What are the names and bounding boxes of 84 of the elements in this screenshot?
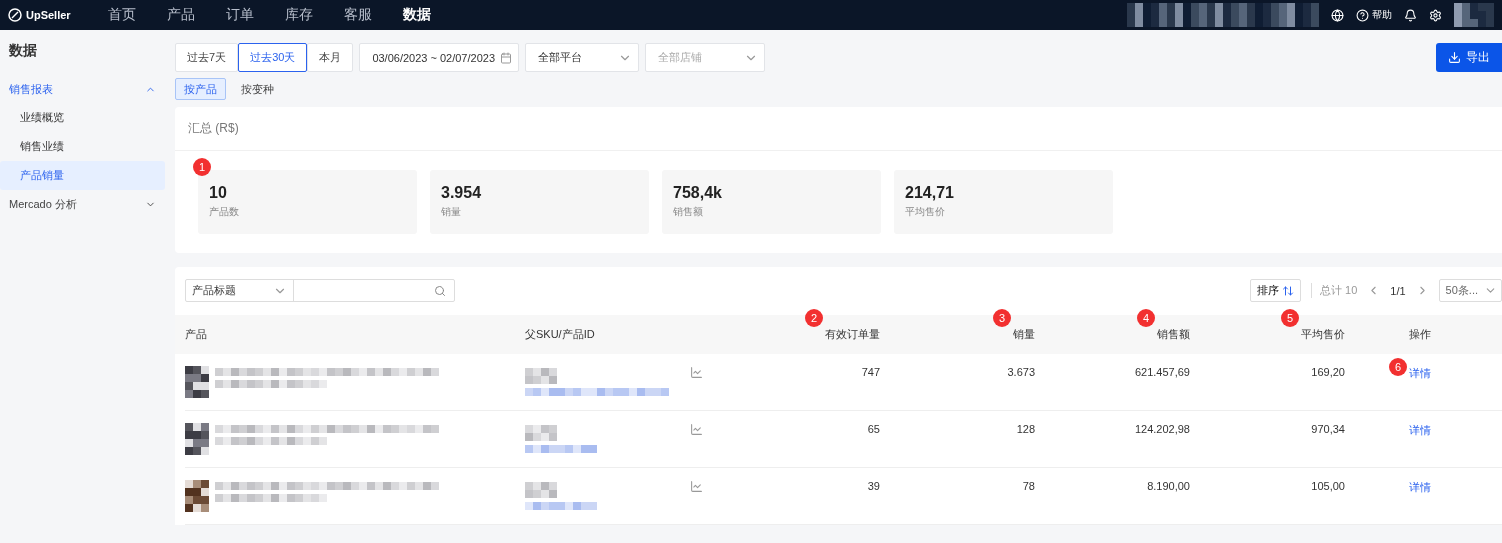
logo-icon (8, 8, 22, 22)
pixelated-thumbnail (185, 423, 209, 455)
nav-item[interactable]: 库存 (285, 6, 313, 24)
nav-item[interactable]: 首页 (108, 6, 136, 24)
stat-label: 平均售价 (905, 205, 946, 219)
table-cell: 105,00 (1311, 480, 1345, 492)
view-tab[interactable]: 按变种 (232, 78, 283, 100)
search-icon[interactable] (434, 284, 446, 297)
calendar-icon (500, 51, 513, 64)
column-header: 销量 (1013, 327, 1035, 342)
table-cell: 621.457,69 (1134, 366, 1190, 378)
range-button[interactable]: 本月 (307, 43, 354, 72)
column-header: 销售额 (1157, 327, 1190, 342)
view-tab[interactable]: 按产品 (175, 78, 226, 100)
sidebar-title: 数据 (8, 42, 38, 60)
sidebar-group[interactable]: Mercado 分析 (0, 190, 165, 218)
redacted-text (525, 368, 557, 384)
export-button[interactable]: 导出 (1436, 43, 1502, 72)
redacted-text (525, 482, 557, 498)
pixelated-thumbnail (185, 480, 209, 512)
column-header: 操作 (1409, 327, 1431, 342)
table-cell: 8.190,00 (1147, 480, 1190, 492)
details-link[interactable]: 详情 (1409, 480, 1431, 495)
table-cell: 747 (861, 366, 880, 378)
table-cell: 128 (1016, 423, 1035, 435)
table-cell: 3.673 (1007, 366, 1035, 378)
globe-icon[interactable] (1331, 8, 1344, 22)
download-icon (1448, 51, 1461, 64)
column-header: 父SKU/产品ID (525, 327, 595, 342)
bell-icon[interactable] (1404, 8, 1417, 22)
nav-item[interactable]: 客服 (344, 6, 372, 24)
table-cell: 39 (867, 480, 880, 492)
settings-icon[interactable] (1429, 8, 1442, 22)
sort-icon (1282, 284, 1294, 297)
stat-value: 214,71 (905, 184, 955, 202)
chart-icon[interactable] (690, 423, 703, 436)
stat-label: 销量 (441, 205, 462, 219)
details-link[interactable]: 详情 (1409, 423, 1431, 438)
number-marker: 5 (1281, 309, 1299, 327)
table-cell: 169,20 (1311, 366, 1345, 378)
nav-item[interactable]: 产品 (167, 6, 195, 24)
sidebar-item[interactable]: 产品销量 (0, 161, 165, 190)
nav-item[interactable]: 订单 (226, 6, 254, 24)
total-count: 总计 10 (1311, 283, 1358, 298)
stat-value: 758,4k (673, 184, 723, 202)
help-link[interactable]: 帮助 (1356, 8, 1392, 22)
sort-button[interactable]: 排序 (1250, 279, 1301, 302)
stat-label: 销售额 (673, 205, 704, 219)
stat-value: 10 (209, 184, 228, 202)
redacted-block (1454, 3, 1494, 27)
table-cell: 124.202,98 (1134, 423, 1190, 435)
summary-title: 汇总 (R$) (175, 107, 1502, 151)
redacted-text (525, 425, 557, 441)
column-header: 有效订单量 (825, 327, 880, 342)
help-icon (1356, 8, 1369, 22)
date-range-field[interactable]: 03/06/2023 ~ 02/07/2023 (359, 43, 520, 72)
chart-icon[interactable] (690, 366, 703, 379)
number-marker: 2 (805, 309, 823, 327)
range-button[interactable]: 过去30天 (238, 43, 308, 72)
column-header: 产品 (185, 327, 207, 342)
pixelated-thumbnail (185, 366, 209, 398)
sidebar-group[interactable]: 销售报表 (0, 75, 165, 103)
platform-select[interactable]: 全部平台 (525, 43, 640, 72)
chart-icon[interactable] (690, 480, 703, 493)
stat-label: 产品数 (209, 205, 240, 219)
number-marker: 4 (1137, 309, 1155, 327)
stat-value: 3.954 (441, 184, 483, 202)
column-header: 平均售价 (1301, 327, 1345, 342)
logo-text: UpSeller (26, 9, 71, 21)
number-marker: 6 (1389, 358, 1407, 376)
page-indicator: 1/1 (1390, 284, 1406, 297)
logo[interactable]: UpSeller (8, 8, 108, 22)
sidebar-item[interactable]: 业绩概览 (0, 103, 165, 132)
table-cell: 78 (1022, 480, 1035, 492)
table-cell: 65 (867, 423, 880, 435)
table-cell: 970,34 (1311, 423, 1345, 435)
number-marker: 3 (993, 309, 1011, 327)
range-button[interactable]: 过去7天 (175, 43, 239, 72)
details-link[interactable]: 详情 (1409, 366, 1431, 381)
search-field[interactable]: 产品标题 (185, 279, 455, 302)
nav-item[interactable]: 数据 (403, 6, 431, 24)
number-marker: 1 (193, 158, 211, 176)
sidebar-item[interactable]: 销售业绩 (0, 132, 165, 161)
page-size-select[interactable]: 50条... (1438, 279, 1502, 302)
